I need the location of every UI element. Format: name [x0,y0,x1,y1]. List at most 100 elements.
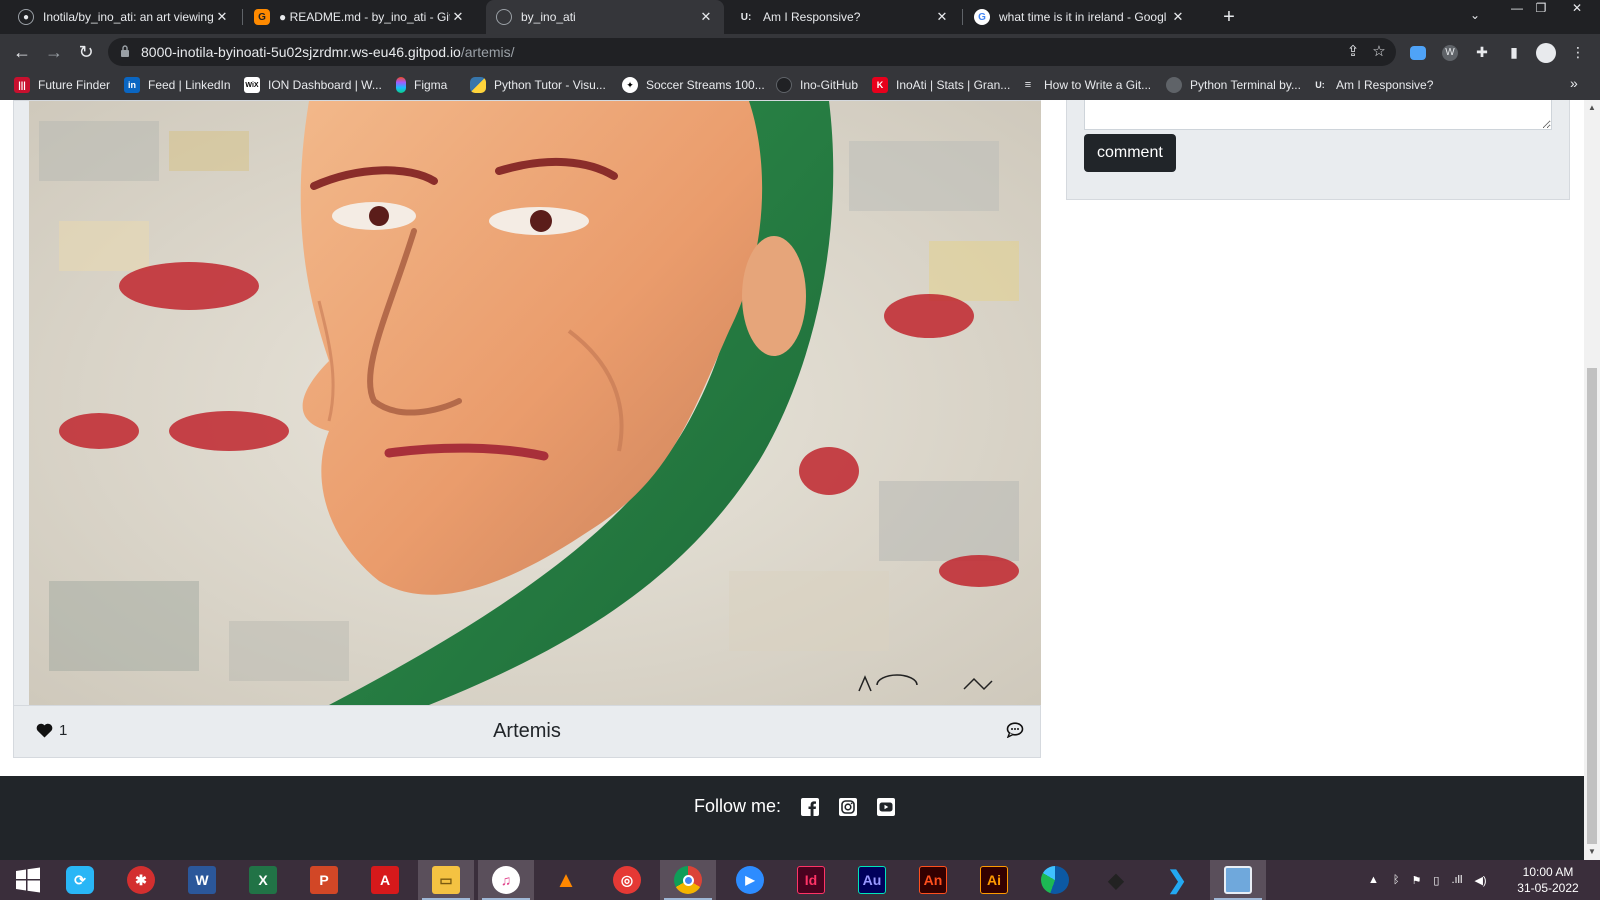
indesign-icon[interactable]: Id [783,860,839,900]
app-icon[interactable]: ⟳ [52,860,108,900]
bookmarks-bar: ||| Future Finder in Feed | LinkedIn WiX IO… [0,70,1600,100]
illustrator-icon[interactable]: Ai [966,860,1022,900]
bookmarks-overflow-icon[interactable]: » [1570,75,1578,91]
windows-start-icon[interactable] [0,860,56,900]
back-button[interactable]: ← [10,40,34,64]
bookmark-ion-dashboard[interactable]: WiX ION Dashboard | W... [244,75,382,95]
github-icon: ● [18,9,34,25]
volume-icon[interactable]: ◀) [1474,874,1486,887]
bookmark-inoati-stats[interactable]: K InoAti | Stats | Gran... [872,75,1010,95]
terminal-icon [1166,77,1182,93]
tab-search-chevron-icon[interactable]: ⌄ [1470,8,1480,22]
tab-by-ino-ati[interactable]: by_ino_ati ✕ [486,0,724,34]
app-icon[interactable]: ◆ [1088,860,1144,900]
wix-icon: WiX [244,77,260,93]
excel-icon[interactable]: X [235,860,291,900]
powerpoint-icon[interactable]: P [296,860,352,900]
word-icon[interactable]: W [174,860,230,900]
itunes-icon[interactable]: ♫ [478,860,534,900]
share-icon[interactable]: ⇪ [1344,43,1362,61]
artwork-card-footer: 1 Artemis [14,705,1040,757]
clock-time: 10:00 AM [1522,865,1574,879]
browser-tab-strip: ● Inotila/by_ino_ati: an art viewing ✕ G… [0,0,1600,34]
chrome-icon[interactable] [660,860,716,900]
bluetooth-icon[interactable]: ᛒ [1393,874,1400,886]
app-icon[interactable] [1210,860,1266,900]
file-explorer-icon[interactable]: ▭ [418,860,474,900]
bookmark-python-terminal[interactable]: Python Terminal by... [1166,75,1301,95]
futurefinder-icon: ||| [14,77,30,93]
bookmark-future-finder[interactable]: ||| Future Finder [14,75,110,95]
bookmark-star-icon[interactable]: ☆ [1370,43,1388,61]
bookmark-soccer-streams[interactable]: ✦ Soccer Streams 100... [622,75,765,95]
extensions-puzzle-icon[interactable]: ✚ [1472,42,1492,62]
app-icon[interactable]: ◎ [599,860,655,900]
comment-textarea[interactable] [1084,100,1552,130]
taskbar-clock[interactable]: 10:00 AM 31-05-2022 [1508,864,1588,896]
follow-label: Follow me: [694,796,782,816]
tab-title: Am I Responsive? [763,10,861,24]
restore-button[interactable]: ❐ [1526,0,1556,18]
tab-title: what time is it in ireland - Googl [999,10,1167,24]
page-scrollbar[interactable]: ▲ ▼ [1584,100,1600,860]
bookmark-figma[interactable]: Figma [396,75,447,95]
wifi-icon[interactable]: .ıll [1451,874,1462,886]
close-icon[interactable]: ✕ [698,9,714,25]
lock-icon [121,45,129,57]
tab-gitpod-readme[interactable]: G ● README.md - by_ino_ati - Gitp ✕ [244,0,476,34]
bookmark-how-to-write-git[interactable]: ≡ How to Write a Git... [1020,75,1151,95]
vlc-icon[interactable]: ▲ [538,860,594,900]
clock-date: 31-05-2022 [1517,881,1579,895]
close-icon[interactable]: ✕ [934,9,950,25]
youtube-icon[interactable] [877,797,896,816]
animate-icon[interactable]: An [905,860,961,900]
address-bar[interactable]: 8000-inotila-byinoati-5u02sjzrdmr.ws-eu4… [108,38,1396,66]
side-panel-icon[interactable]: ▮ [1504,42,1524,62]
app-icon[interactable]: ✱ [113,860,169,900]
forward-button[interactable]: → [42,40,66,64]
close-icon[interactable]: ✕ [1170,9,1186,25]
scrollbar-thumb[interactable] [1587,368,1597,844]
artwork-title: Artemis [493,720,561,742]
comment-submit-button[interactable]: comment [1084,134,1176,172]
zoom-icon[interactable]: ▶ [722,860,778,900]
facebook-icon[interactable] [801,797,820,816]
menu-kebab-icon[interactable]: ⋮ [1568,42,1588,62]
extension-wappalyzer-icon[interactable]: W [1440,42,1460,62]
tab-github-repo[interactable]: ● Inotila/by_ino_ati: an art viewing ✕ [8,0,240,34]
comment-icon[interactable] [1006,722,1024,738]
tab-title: by_ino_ati [521,10,576,24]
instagram-icon[interactable] [839,797,858,816]
windows-taskbar: ⟳ ✱ W X P A ▭ ♫ ▲ ◎ ▶ Id Au An Ai ◆ ❯ ▲ … [0,860,1600,900]
vscode-icon[interactable]: ❯ [1149,860,1205,900]
close-window-button[interactable]: ✕ [1562,0,1592,18]
extension-cloud-icon[interactable] [1408,42,1428,62]
browser-toolbar: ← → ↻ 8000-inotila-byinoati-5u02sjzrdmr.… [0,34,1600,70]
tab-google-search[interactable]: G what time is it in ireland - Googl ✕ [964,0,1196,34]
bookmark-linkedin[interactable]: in Feed | LinkedIn [124,75,231,95]
bookmark-ino-github[interactable]: Ino-GitHub [776,75,858,95]
github-icon [776,77,792,93]
scroll-up-arrow-icon[interactable]: ▲ [1584,100,1600,116]
close-icon[interactable]: ✕ [214,9,230,25]
edge-icon[interactable] [1027,860,1083,900]
bookmark-am-i-responsive[interactable]: U: Am I Responsive? [1312,75,1433,95]
show-hidden-icons-icon[interactable]: ▲ [1368,874,1379,886]
profile-avatar[interactable] [1536,42,1556,64]
close-icon[interactable]: ✕ [450,9,466,25]
tab-am-i-responsive[interactable]: U: Am I Responsive? ✕ [728,0,960,34]
bookmark-python-tutor[interactable]: Python Tutor - Visu... [470,75,606,95]
new-tab-button[interactable]: + [1217,5,1241,29]
reload-button[interactable]: ↻ [74,40,98,64]
amiresponsive-icon: U: [1312,77,1328,93]
linkedin-icon: in [124,77,140,93]
soccer-ball-icon: ✦ [622,77,638,93]
document-icon: ≡ [1020,77,1036,93]
scroll-down-arrow-icon[interactable]: ▼ [1584,844,1600,860]
flag-icon[interactable]: ⚑ [1412,874,1422,887]
battery-icon[interactable]: ▯ [1433,874,1439,887]
audition-icon[interactable]: Au [844,860,900,900]
acrobat-icon[interactable]: A [357,860,413,900]
tab-title: Inotila/by_ino_ati: an art viewing [43,10,214,24]
artwork-card: 1 Artemis [13,100,1041,758]
